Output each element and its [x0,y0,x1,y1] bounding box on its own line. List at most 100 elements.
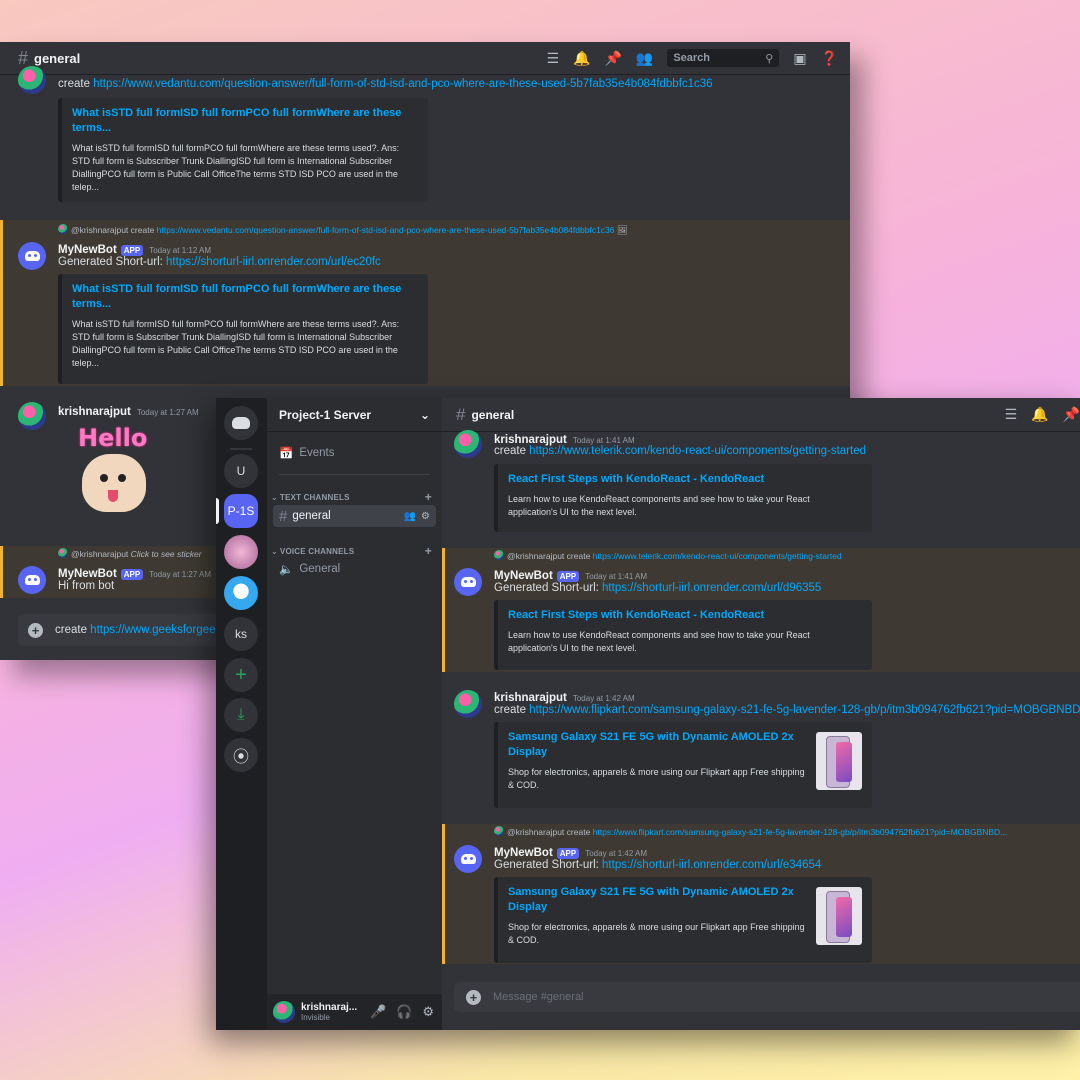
pin-icon[interactable]: 📌 [1063,406,1080,423]
short-url-link[interactable]: https://shorturl-iirl.onrender.com/url/e… [602,859,821,871]
embed-title[interactable]: React First Steps with KendoReact - Kend… [508,608,862,623]
reply-reference[interactable]: @krishnarajput create https://www.teleri… [494,550,842,561]
link-embed: What isSTD full formISD full formPCO ful… [58,274,428,384]
phone-thumbnail[interactable] [816,887,862,945]
server-header[interactable]: Project-1 Server ⌄ [267,398,442,432]
hash-icon: # [279,507,288,525]
add-attachment-icon[interactable]: + [28,622,43,638]
message-link[interactable]: https://www.telerik.com/kendo-react-ui/c… [529,445,866,457]
bot-avatar[interactable] [18,242,46,270]
message-link[interactable]: https://www.flipkart.com/samsung-galaxy-… [529,704,1080,716]
timestamp: Today at 1:41 AM [585,572,648,581]
message-text: Generated Short-url: https://shorturl-ii… [494,582,822,594]
search-icon: ⚲ [765,52,774,65]
bot-avatar[interactable] [18,566,46,594]
embed-title[interactable]: Samsung Galaxy S21 FE 5G with Dynamic AM… [508,885,798,915]
settings-gear-icon[interactable]: ⚙ [422,1004,434,1020]
username[interactable]: MyNewBot [58,568,117,580]
active-indicator [216,498,219,524]
phone-thumbnail[interactable] [816,732,862,790]
timestamp: Today at 1:12 AM [149,246,212,255]
message-header: krishnarajput Today at 1:27 AM [58,402,199,420]
hash-icon: # [18,47,29,68]
embed-title[interactable]: React First Steps with KendoReact - Kend… [508,472,862,487]
link-embed: What isSTD full formISD full formPCO ful… [58,98,428,202]
gear-icon[interactable]: ⚙ [421,511,430,522]
download-icon[interactable]: ⤓ [224,698,258,732]
chevron-down-icon: ⌄ [271,492,278,502]
avatar[interactable] [18,66,46,94]
avatar[interactable] [18,402,46,430]
bell-icon[interactable]: 🔔 [1031,406,1048,423]
avatar[interactable] [454,690,482,718]
divider [230,448,252,450]
add-attachment-icon[interactable]: + [466,989,481,1005]
channel-general[interactable]: # general 👥 ⚙ [273,505,436,527]
short-url-link[interactable]: https://shorturl-iirl.onrender.com/url/d… [602,582,821,594]
app-badge: APP [556,848,580,859]
server-rail: U P-1S ks + ⤓ ⦿ [216,398,267,1030]
threads-icon[interactable]: ☰ [1005,406,1018,423]
channel-sidebar: Project-1 Server ⌄ 📅 Events ⌄ TEXT CHANNEL… [267,398,442,1030]
front-discord-window: U P-1S ks + ⤓ ⦿ Project-1 Server ⌄ 📅 Even… [216,398,1080,1030]
threads-icon[interactable]: ☰ [546,50,559,67]
discover-compass-icon[interactable]: ⦿ [224,738,258,772]
reply-avatar [494,826,504,836]
server-project-1[interactable]: P-1S [224,494,258,528]
server-pink-avatar[interactable] [224,535,258,569]
link-embed: React First Steps with KendoReact - Kend… [494,600,872,670]
mute-mic-icon[interactable]: 🎤 [370,1004,386,1020]
embed-title[interactable]: What isSTD full formISD full formPCO ful… [72,106,418,136]
reply-reference[interactable]: @krishnarajput Click to see sticker [58,548,202,559]
short-url-link[interactable]: https://shorturl-iirl.onrender.com/url/e… [166,256,381,268]
image-icon: 🖼 [616,225,628,235]
events-item[interactable]: 📅 Events [279,446,436,460]
reply-reference[interactable]: @krishnarajput create https://www.flipka… [494,826,1007,837]
input-placeholder: Message #general [493,991,584,1003]
user-name[interactable]: krishnaraj... [301,1002,357,1013]
username[interactable]: MyNewBot [58,244,117,256]
user-avatar[interactable] [273,1001,295,1023]
text-channels-category[interactable]: ⌄ TEXT CHANNELS + [271,490,432,504]
server-u[interactable]: U [224,454,258,488]
server-robot-avatar[interactable] [224,576,258,610]
server-name: Project-1 Server [279,407,372,422]
username[interactable]: krishnarajput [58,406,131,418]
embed-title[interactable]: What isSTD full formISD full formPCO ful… [72,282,418,312]
server-ks[interactable]: ks [224,617,258,651]
embed-title[interactable]: Samsung Galaxy S21 FE 5G with Dynamic AM… [508,730,798,760]
reply-reference[interactable]: @krishnarajput create https://www.vedant… [58,224,628,236]
message-text: create https://www.telerik.com/kendo-rea… [494,445,867,457]
pin-icon[interactable]: 📌 [604,50,621,67]
bot-avatar[interactable] [454,845,482,873]
bot-avatar[interactable] [454,568,482,596]
add-server-icon[interactable]: + [224,658,258,692]
headphones-icon[interactable]: 🎧 [396,1004,412,1020]
channel-header: # general ☰ 🔔 📌 [442,398,1080,432]
app-badge: APP [120,569,144,580]
discord-home-icon[interactable] [224,406,258,440]
search-input[interactable]: Search ⚲ [667,49,780,67]
inbox-icon[interactable]: ▣ [793,50,806,67]
reply-avatar [58,548,68,558]
username[interactable]: MyNewBot [494,847,553,859]
add-channel-icon[interactable]: + [425,544,432,558]
message-input[interactable]: + Message #general [454,982,1080,1012]
members-icon[interactable]: 👥 [636,50,653,67]
add-channel-icon[interactable]: + [425,490,432,504]
timestamp: Today at 1:42 AM [585,849,648,858]
app-badge: APP [556,571,580,582]
voice-channel-general[interactable]: 🔈 General [279,562,436,576]
avatar[interactable] [454,430,482,458]
hello-sticker[interactable]: Hello [68,424,158,520]
help-icon[interactable]: ❓ [821,50,838,67]
username[interactable]: krishnarajput [494,692,567,704]
bell-icon[interactable]: 🔔 [573,50,590,67]
invite-icon[interactable]: 👥 [404,511,416,522]
message-text: create https://www.flipkart.com/samsung-… [494,704,1080,716]
username[interactable]: MyNewBot [494,570,553,582]
message-link[interactable]: https://www.vedantu.com/question-answer/… [93,78,712,90]
link-embed: Samsung Galaxy S21 FE 5G with Dynamic AM… [494,722,872,808]
embed-description: Learn how to use KendoReact components a… [508,630,810,653]
voice-channels-category[interactable]: ⌄ VOICE CHANNELS + [271,544,432,558]
